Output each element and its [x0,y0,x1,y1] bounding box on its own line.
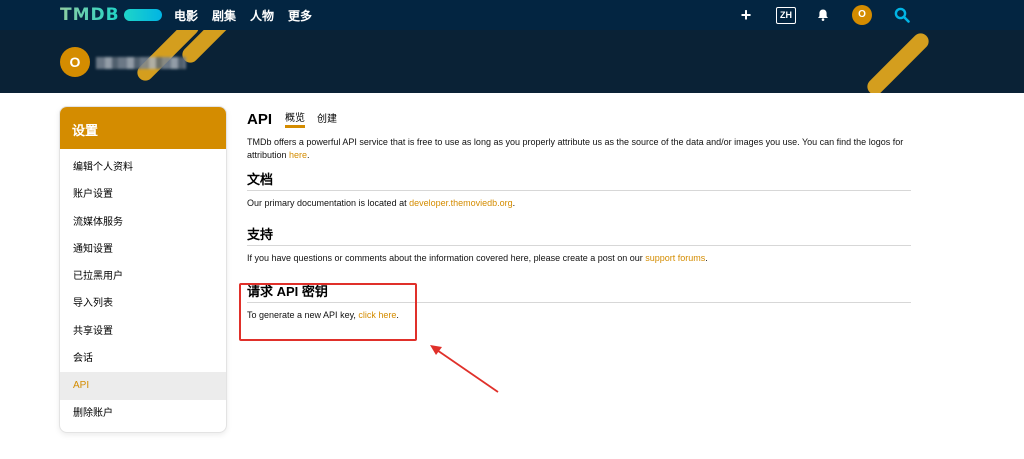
nav-item-tv[interactable]: 剧集 [212,7,236,24]
docs-section-title: 文档 [247,169,911,191]
support-section-title: 支持 [247,224,911,246]
plus-icon[interactable]: + [736,6,756,24]
support-text: If you have questions or comments about … [247,252,911,265]
annotation-arrow-icon [430,345,499,393]
api-header: API 概览 创建 [247,106,911,128]
tab-create[interactable]: 创建 [317,110,337,128]
sidebar-menu: 编辑个人资料 账户设置 流媒体服务 通知设置 已拉黑用户 导入列表 共享设置 会… [60,149,226,427]
profile-banner: O [0,30,1024,93]
tab-overview[interactable]: 概览 [285,109,306,128]
api-intro-text: TMDb offers a powerful API service that … [247,136,911,162]
nav-item-people[interactable]: 人物 [250,7,274,24]
sidebar-item-blocked-users[interactable]: 已拉黑用户 [60,263,226,290]
logo-pill-shape [123,9,162,21]
sidebar-item-import-list[interactable]: 导入列表 [60,290,226,317]
language-button[interactable]: ZH [776,6,796,24]
sidebar-item-streaming-services[interactable]: 流媒体服务 [60,209,226,236]
sidebar-item-account-settings[interactable]: 账户设置 [60,181,226,208]
page-title: API [247,111,273,128]
top-navbar: TMDB 电影 剧集 人物 更多 + ZH O [0,0,1024,30]
sidebar-item-notification-settings[interactable]: 通知设置 [60,236,226,263]
nav-item-more[interactable]: 更多 [288,7,312,24]
bell-icon[interactable] [816,8,830,22]
tmdb-logo[interactable]: TMDB [60,5,162,25]
attribution-logos-link[interactable]: here [289,150,307,160]
blurred-username [96,57,186,69]
support-period: . [705,253,708,263]
settings-sidebar: 设置 编辑个人资料 账户设置 流媒体服务 通知设置 已拉黑用户 导入列表 共享设… [59,106,227,433]
intro-period: . [307,150,310,160]
sidebar-item-edit-profile[interactable]: 编辑个人资料 [60,154,226,181]
nav-actions: + ZH O [736,4,910,26]
docs-text-prefix: Our primary documentation is located at [247,198,410,208]
support-forums-link[interactable]: support forums [645,253,705,263]
user-avatar[interactable]: O [852,5,872,25]
banner-stripe [864,30,932,93]
nav-item-movies[interactable]: 电影 [174,7,198,24]
sidebar-title: 设置 [60,107,226,149]
sidebar-item-delete-account[interactable]: 删除账户 [60,400,226,427]
developer-docs-link[interactable]: developer.themoviedb.org [409,198,513,208]
sidebar-item-sharing-settings[interactable]: 共享设置 [60,318,226,345]
annotation-highlight-box [239,283,417,341]
docs-period: . [512,198,516,208]
sidebar-item-sessions[interactable]: 会话 [60,345,226,372]
docs-text: Our primary documentation is located at … [247,197,911,210]
search-icon[interactable] [894,7,910,23]
sidebar-item-api[interactable]: API [60,372,226,400]
profile-avatar[interactable]: O [60,47,90,77]
support-text-prefix: If you have questions or comments about … [247,253,646,263]
main-nav: 电影 剧集 人物 更多 [174,7,312,24]
intro-text: TMDb offers a powerful API service that … [247,137,904,160]
logo-text: TMDB [60,5,120,25]
